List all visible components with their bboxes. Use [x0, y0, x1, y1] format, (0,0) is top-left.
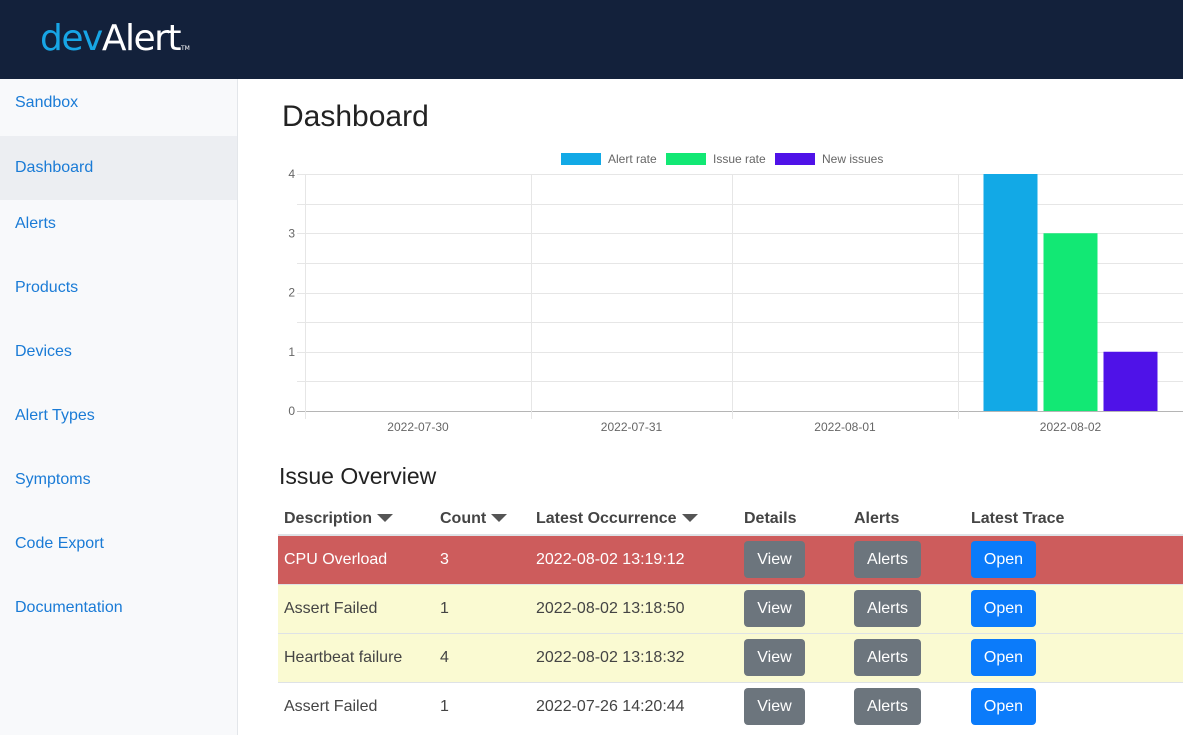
legend-label: New issues [822, 152, 883, 166]
x-tick-label: 2022-07-30 [387, 420, 449, 434]
dashboard-bar-chart: 0 1 2 3 4 2022-07-30 2022-07-31 2022-08-01 2022-… [288, 152, 1183, 434]
issue-latest-occurrence: 2022-08-02 13:18:32 [530, 632, 738, 682]
y-tick-label: 4 [288, 167, 295, 181]
view-alerts-button[interactable]: Alerts [854, 639, 921, 676]
issue-count: 1 [434, 681, 530, 731]
view-details-button[interactable]: View [744, 590, 805, 627]
table-row: CPU Overload 3 2022-08-02 13:19:12 View … [278, 534, 1183, 584]
column-header-latest-occurrence[interactable]: Latest Occurrence [530, 503, 738, 536]
sidebar-item-devices[interactable]: Devices [0, 328, 237, 392]
view-details-button[interactable]: View [744, 541, 805, 579]
chart-bar [983, 174, 1038, 411]
issue-overview-title: Issue Overview [279, 463, 437, 489]
issue-count: 4 [434, 632, 530, 682]
legend-swatch [775, 153, 815, 165]
logo-alert-text: Alert [101, 18, 182, 59]
column-header-details: Details [738, 503, 848, 536]
sidebar-item-products[interactable]: Products [0, 264, 237, 328]
logo-dev-text: dev [40, 18, 103, 59]
x-tick-label: 2022-08-01 [814, 420, 876, 434]
main-content: Dashboard 0 1 2 3 4 2022-07-30 2022-07-31 2022-… [238, 79, 1183, 735]
column-header-count[interactable]: Count [434, 503, 530, 536]
issue-overview-table: Description Count Latest Occurrence Deta… [278, 503, 1183, 731]
y-tick-label: 0 [288, 404, 295, 418]
view-alerts-button[interactable]: Alerts [854, 688, 921, 726]
table-header-row: Description Count Latest Occurrence Deta… [278, 503, 1183, 536]
open-trace-button[interactable]: Open [971, 639, 1036, 676]
column-header-label: Count [440, 509, 487, 527]
table-row: Heartbeat failure 4 2022-08-02 13:18:32 … [278, 632, 1183, 682]
chart-bar [1043, 233, 1098, 411]
column-header-latest-trace: Latest Trace [965, 503, 1183, 536]
sidebar-item-dashboard[interactable]: Dashboard [0, 136, 237, 200]
view-details-button[interactable]: View [744, 639, 805, 676]
issue-count: 1 [434, 583, 530, 633]
sidebar: Sandbox Dashboard Alerts Products Device… [0, 79, 238, 735]
view-alerts-button[interactable]: Alerts [854, 541, 921, 579]
issue-description: CPU Overload [278, 534, 434, 584]
chart-bar [1103, 351, 1158, 411]
sidebar-item-symptoms[interactable]: Symptoms [0, 456, 237, 520]
sidebar-item-documentation[interactable]: Documentation [0, 584, 237, 648]
legend-swatch [666, 153, 706, 165]
table-row: Assert Failed 1 2022-08-02 13:18:50 View… [278, 583, 1183, 633]
issue-latest-occurrence: 2022-08-02 13:19:12 [530, 534, 738, 584]
open-trace-button[interactable]: Open [971, 688, 1036, 726]
issue-description: Assert Failed [278, 583, 434, 633]
issue-description: Assert Failed [278, 681, 434, 731]
table-row: Assert Failed 1 2022-07-26 14:20:44 View… [278, 681, 1183, 731]
legend-label: Issue rate [713, 152, 766, 166]
page-title: Dashboard [282, 100, 429, 133]
column-header-description[interactable]: Description [278, 503, 434, 536]
issue-count: 3 [434, 534, 530, 584]
issue-latest-occurrence: 2022-08-02 13:18:50 [530, 583, 738, 633]
x-tick-label: 2022-08-02 [1040, 420, 1102, 434]
top-bar: devAlertTM [0, 0, 1183, 79]
y-tick-label: 1 [288, 345, 295, 359]
view-alerts-button[interactable]: Alerts [854, 590, 921, 627]
sidebar-item-alert-types[interactable]: Alert Types [0, 392, 237, 456]
issue-latest-occurrence: 2022-07-26 14:20:44 [530, 681, 738, 731]
logo-trademark: TM [181, 45, 190, 52]
x-tick-label: 2022-07-31 [601, 420, 663, 434]
view-details-button[interactable]: View [744, 688, 805, 726]
sort-caret-icon[interactable] [681, 514, 698, 523]
devalert-logo[interactable]: devAlertTM [40, 17, 190, 71]
sidebar-item-sandbox[interactable]: Sandbox [0, 79, 237, 136]
column-header-label: Latest Occurrence [536, 509, 677, 527]
legend-label: Alert rate [608, 152, 657, 166]
open-trace-button[interactable]: Open [971, 541, 1036, 579]
y-tick-label: 2 [288, 286, 295, 300]
sort-caret-icon[interactable] [491, 514, 508, 523]
column-header-alerts: Alerts [848, 503, 965, 536]
issue-description: Heartbeat failure [278, 632, 434, 682]
legend-swatch [561, 153, 601, 165]
sidebar-item-alerts[interactable]: Alerts [0, 200, 237, 264]
y-tick-label: 3 [288, 226, 295, 240]
column-header-label: Description [284, 509, 373, 527]
sidebar-item-code-export[interactable]: Code Export [0, 520, 237, 584]
sort-caret-icon[interactable] [377, 514, 394, 523]
open-trace-button[interactable]: Open [971, 590, 1036, 627]
